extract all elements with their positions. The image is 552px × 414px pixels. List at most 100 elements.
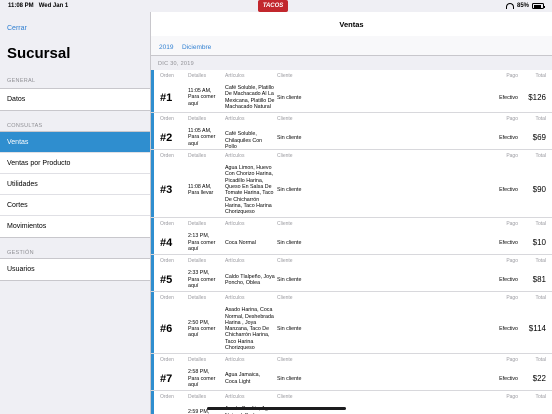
order-items: Café Soluble, Platillo De Machacado Al La… xyxy=(225,85,275,110)
section-consultas: Ventas Ventas por Producto Utilidades Co… xyxy=(0,131,150,238)
sidebar-item-ventas-por-producto[interactable]: Ventas por Producto xyxy=(0,153,150,174)
column-header-detalles: Detalles xyxy=(188,153,207,160)
column-header-detalles: Detalles xyxy=(188,295,207,302)
order-items: Caldo Tlalpeño, Joya Poncho, Oblea xyxy=(225,274,275,287)
column-header-detalles: Detalles xyxy=(188,73,207,79)
column-header-orden: Orden xyxy=(160,73,174,79)
details-line: Para llevar xyxy=(188,190,214,197)
main-panel: Ventas 2019 Diciembre DIC 30, 2019 Orden… xyxy=(151,12,552,414)
sidebar-item-usuarios[interactable]: Usuarios xyxy=(0,259,150,280)
order-items: Café Soluble, Chilaquiles Con Pollo xyxy=(225,131,275,150)
close-button[interactable]: Cerrar xyxy=(7,25,27,32)
order-details: 2:33 PM, Para comer aquí xyxy=(188,270,222,289)
payment-method: Efectivo xyxy=(499,94,518,101)
order-number: #3 xyxy=(160,184,173,197)
page-title: Ventas xyxy=(339,20,364,29)
section-general: Datos xyxy=(0,88,150,111)
wifi-icon xyxy=(505,3,514,9)
sale-row[interactable]: Orden Detalles Artículos Cliente Pago Total #7… xyxy=(151,354,552,392)
item-line: Tomate Harina, Taco xyxy=(225,190,274,197)
column-header-total: Total xyxy=(535,357,546,364)
row-accent-bar xyxy=(151,113,154,150)
column-header-total: Total xyxy=(535,73,546,79)
sale-row[interactable]: OrdenDetallesArtículosClientePagoTotal#8… xyxy=(151,391,552,414)
order-details: 11:05 AM, Para comer aquí xyxy=(188,88,222,107)
column-header-cliente: Cliente xyxy=(277,153,293,160)
order-total: $90 xyxy=(532,185,546,195)
month-filter[interactable]: Diciembre xyxy=(182,44,211,51)
item-line: De Machacado Al La xyxy=(225,91,274,98)
column-header-total: Total xyxy=(535,221,546,228)
order-details: 2:13 PM, Para comer aquí xyxy=(188,233,222,252)
item-line: Poncho, Oblea xyxy=(225,279,261,286)
details-line: 2:59 PM, xyxy=(188,409,210,414)
sidebar: Cerrar Sucursal GENERAL Datos CONSULTAS … xyxy=(0,12,151,414)
payment-method: Efectivo xyxy=(499,134,518,141)
year-filter[interactable]: 2019 xyxy=(159,44,173,51)
sale-row[interactable]: Orden Detalles Artículos Cliente Pago Total #2… xyxy=(151,113,552,151)
sale-row[interactable]: Orden Detalles Artículos Cliente Pago Total #1… xyxy=(151,70,552,114)
column-header-total: Total xyxy=(535,295,546,302)
order-details: 2:58 PM, Para comer aquí xyxy=(188,369,222,388)
column-header-cliente: Cliente xyxy=(277,295,293,302)
column-header-pago: Pago xyxy=(506,295,518,302)
column-header-pago: Pago xyxy=(506,221,518,228)
brand-logo: TACOS xyxy=(258,0,288,12)
order-total: $10 xyxy=(532,237,546,247)
client-name: Sin cliente xyxy=(277,375,302,382)
column-header-pago: Pago xyxy=(506,258,518,265)
column-header-pago: Pago xyxy=(506,73,518,79)
row-accent-bar xyxy=(151,150,154,218)
order-total: $69 xyxy=(532,132,546,142)
column-header-orden: Orden xyxy=(160,295,174,302)
item-line: Coca Normal xyxy=(225,239,256,246)
column-header-cliente: Cliente xyxy=(277,116,293,123)
item-line: Machacado Natural xyxy=(225,103,271,110)
sale-row[interactable]: Orden Detalles Artículos Cliente Pago Total #4… xyxy=(151,218,552,256)
row-accent-bar xyxy=(151,255,154,292)
section-gestion: Usuarios xyxy=(0,258,150,281)
order-items: Agua Jamaica, Coca Light xyxy=(225,372,275,385)
order-total: $22 xyxy=(532,373,546,383)
status-bar: 11:08 PM Wed Jan 1 TACOS 85% xyxy=(0,0,552,12)
order-items: Agua Limon, Huevo Con Chorizo Harina, Pica… xyxy=(225,165,275,215)
sidebar-item-ventas[interactable]: Ventas xyxy=(0,132,150,153)
details-line: aquí xyxy=(188,282,199,289)
column-header-articulos: Artículos xyxy=(225,116,245,123)
payment-method: Efectivo xyxy=(499,276,518,283)
order-details: 11:08 AM, Para llevar xyxy=(188,184,222,197)
column-header-cliente: Cliente xyxy=(277,357,293,364)
column-header-detalles: Detalles xyxy=(188,221,207,228)
order-items: Asado Harina, Coca Normal, Deshebrada Hari… xyxy=(225,307,275,351)
column-header-cliente: Cliente xyxy=(277,221,293,228)
order-details: 2:59 PM,Para comeraquí xyxy=(188,409,222,414)
sale-row[interactable]: Orden Detalles Artículos Cliente Pago Total #5… xyxy=(151,255,552,293)
client-name: Sin cliente xyxy=(277,134,302,141)
column-header-pago: Pago xyxy=(506,153,518,160)
item-line: Chilaquiles Con Pollo xyxy=(225,137,263,150)
column-header-orden: Orden xyxy=(160,116,174,123)
sidebar-item-movimientos[interactable]: Movimientos xyxy=(0,216,150,237)
battery-fill xyxy=(533,4,542,8)
sale-row[interactable]: Orden Detalles Artículos Cliente Pago Total #6… xyxy=(151,292,552,355)
sidebar-item-utilidades[interactable]: Utilidades xyxy=(0,174,150,195)
column-header-orden: Orden xyxy=(160,221,174,228)
order-number: #1 xyxy=(160,91,173,104)
item-line: Caldo Tlalpeño, Joya xyxy=(225,273,275,280)
sale-row[interactable]: Orden Detalles Artículos Cliente Pago Total #3… xyxy=(151,150,552,219)
column-header-articulos: Artículos xyxy=(225,73,245,79)
home-indicator[interactable] xyxy=(207,407,346,410)
column-header-total: Total xyxy=(535,258,546,265)
column-header-articulos: Artículos xyxy=(225,357,245,364)
column-header-pago: Pago xyxy=(506,394,518,401)
row-accent-bar xyxy=(151,218,154,255)
sidebar-item-cortes[interactable]: Cortes xyxy=(0,195,150,216)
column-header-detalles: Detalles xyxy=(188,116,207,123)
column-header-orden: Orden xyxy=(160,357,174,364)
sidebar-item-datos[interactable]: Datos xyxy=(0,89,150,110)
details-line: aquí xyxy=(188,381,199,388)
column-header-total: Total xyxy=(535,116,546,123)
details-line: aquí xyxy=(188,140,199,147)
section-header-general: GENERAL xyxy=(7,78,36,84)
order-total: $81 xyxy=(532,274,546,284)
